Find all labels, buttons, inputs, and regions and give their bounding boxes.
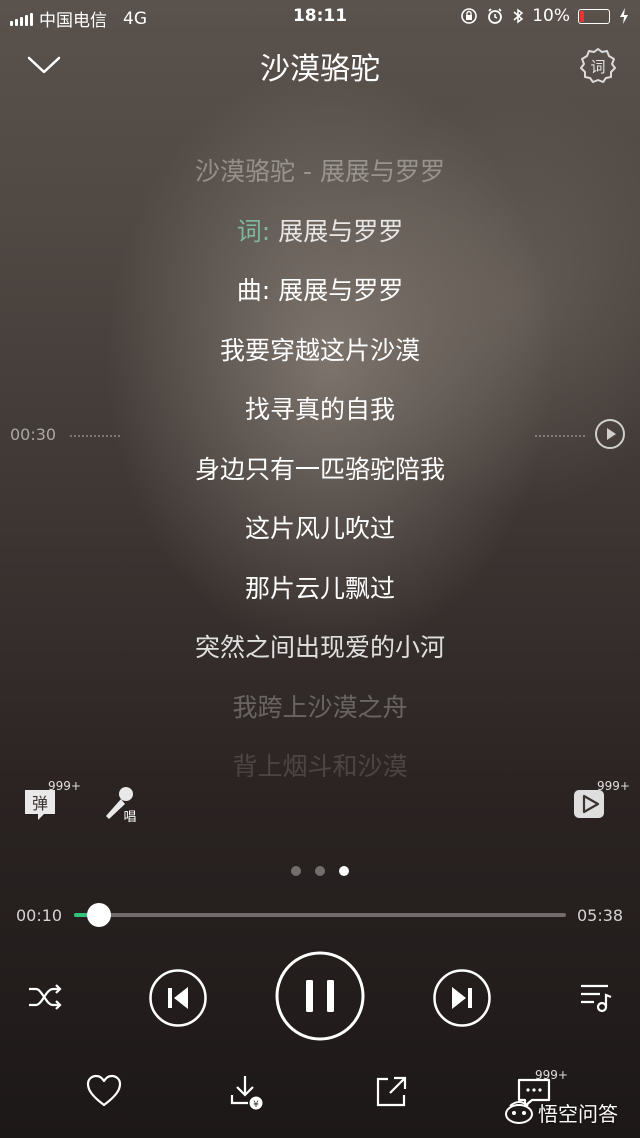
lyricist-label: 词:	[236, 216, 271, 246]
comment-count-badge: 999+	[535, 1068, 568, 1082]
lyrics-panel[interactable]: 沙漠骆驼 - 展展与罗罗 词: 展展与罗罗 曲: 展展与罗罗 我要穿越这片沙漠 …	[0, 142, 640, 777]
svg-text:唱: 唱	[123, 810, 136, 825]
lyricist-name: 展展与罗罗	[278, 216, 404, 246]
status-bar: 中国电信 4G 18:11 10%	[0, 0, 640, 34]
play-from-line-icon[interactable]	[594, 418, 626, 450]
charging-icon	[620, 8, 628, 24]
lyric-lyricist-line: 词: 展展与罗罗	[0, 202, 640, 262]
svg-text:弹: 弹	[32, 794, 48, 813]
gear-icon: 词	[580, 48, 616, 83]
pause-icon[interactable]	[274, 950, 366, 1042]
current-time: 00:10	[16, 906, 63, 925]
battery-icon	[578, 8, 610, 24]
seek-guide-left	[70, 435, 120, 437]
seek-guide-right	[535, 435, 585, 437]
lyric-line: 突然之间出现爱的小河	[194, 633, 445, 662]
lyric-line: 这片风儿吹过	[244, 514, 395, 543]
lyric-line: 我要穿越这片沙漠	[219, 335, 420, 365]
composer-label: 曲:	[236, 276, 271, 305]
lyric-line: 那片云儿飘过	[244, 573, 395, 603]
wukong-logo-icon	[505, 1100, 533, 1124]
danmu-count-badge: 999+	[48, 779, 81, 793]
lyric-song-line: 沙漠骆驼 - 展展与罗罗	[195, 157, 445, 186]
alarm-icon	[488, 8, 503, 24]
composer-name: 展展与罗罗	[278, 276, 404, 305]
page-indicator	[0, 866, 640, 876]
lyric-line: 背上烟斗和沙漠	[232, 752, 408, 777]
battery-percent: 10%	[532, 6, 570, 26]
page-dot[interactable]	[291, 866, 301, 876]
svg-text:¥: ¥	[253, 1100, 259, 1110]
download-icon[interactable]: ¥	[228, 1073, 266, 1111]
watermark-text: 悟空问答	[538, 1102, 618, 1126]
video-count-badge: 999+	[597, 779, 630, 793]
previous-icon[interactable]	[148, 968, 208, 1028]
lyric-composer-line: 曲: 展展与罗罗	[0, 261, 640, 321]
lyric-line: 身边只有一匹骆驼陪我	[194, 454, 445, 484]
microphone-icon: 唱	[106, 787, 137, 825]
lyrics-settings-button[interactable]: 词	[578, 46, 618, 86]
status-right: 10%	[460, 6, 630, 26]
page-dot[interactable]	[315, 866, 325, 876]
share-icon[interactable]	[372, 1073, 410, 1111]
page-title: 沙漠骆驼	[260, 52, 380, 87]
lyric-line: 找寻真的自我	[244, 395, 395, 424]
shuffle-icon[interactable]	[26, 980, 64, 1014]
watermark: 悟空问答	[504, 1098, 618, 1127]
page-dot-active[interactable]	[339, 866, 349, 876]
playlist-icon[interactable]	[578, 980, 614, 1014]
next-icon[interactable]	[432, 968, 492, 1028]
svg-text:词: 词	[590, 58, 605, 76]
progress-handle[interactable]	[87, 903, 111, 927]
total-time: 05:38	[577, 906, 624, 925]
lyric-line: 我跨上沙漠之舟	[232, 692, 408, 722]
progress-bar[interactable]	[74, 913, 566, 917]
orientation-lock-icon	[461, 8, 478, 24]
heart-icon[interactable]	[86, 1074, 122, 1108]
sing-button[interactable]: 唱	[100, 782, 144, 826]
lyric-seek-time: 00:30	[10, 425, 57, 444]
bluetooth-icon	[513, 8, 524, 24]
